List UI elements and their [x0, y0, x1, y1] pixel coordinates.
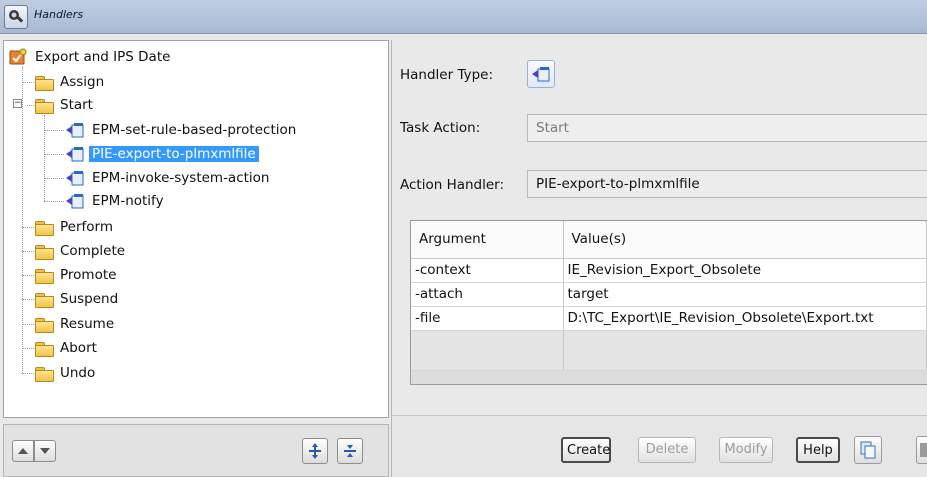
handler-type-label: Handler Type:	[400, 67, 494, 83]
folder-icon	[35, 341, 54, 357]
action-handler-icon	[66, 123, 84, 138]
argument-cell[interactable]: -context	[411, 258, 564, 283]
collapse-start-icon[interactable]: −	[13, 99, 22, 108]
tree-item-abort[interactable]: Abort	[35, 337, 100, 359]
folder-icon	[35, 244, 54, 260]
handler-details-panel: Handler Type: Task Action: Start Action …	[391, 40, 927, 477]
tree-root-node[interactable]: Export and IPS Date	[8, 46, 173, 68]
value-cell[interactable]: target	[563, 282, 927, 307]
tree-item-undo[interactable]: Undo	[35, 362, 98, 384]
tree-item-resume[interactable]: Resume	[35, 313, 117, 335]
task-action-label: Task Action:	[400, 120, 481, 136]
action-button-bar: Create Delete Modify Help	[392, 415, 927, 477]
handler-tree: Export and IPS Date Assign − Start EPM-s…	[4, 41, 388, 417]
handler-type-button[interactable]	[527, 60, 555, 88]
handler-tree-panel: Export and IPS Date Assign − Start EPM-s…	[3, 40, 389, 418]
table-row[interactable]: -attach target	[411, 282, 927, 307]
action-handler-icon	[532, 67, 550, 82]
action-handler-label: Action Handler:	[400, 177, 505, 193]
tree-item-epm-set-rule-based-protection[interactable]: EPM-set-rule-based-protection	[65, 119, 299, 141]
triangle-up-icon	[18, 448, 28, 454]
copy-button[interactable]	[854, 436, 882, 464]
tree-toolbar	[3, 424, 389, 477]
copy-icon	[860, 441, 876, 459]
tree-root-label: Export and IPS Date	[35, 49, 171, 65]
column-header-values[interactable]: Value(s)	[563, 221, 927, 259]
folder-icon	[35, 317, 54, 333]
expand-icon	[309, 443, 321, 459]
move-down-button[interactable]	[34, 440, 56, 462]
create-button[interactable]: Create	[561, 437, 611, 463]
argument-cell[interactable]	[411, 330, 564, 371]
table-row[interactable]	[411, 330, 927, 371]
collapse-all-button[interactable]	[337, 438, 363, 464]
paste-icon	[919, 443, 927, 457]
help-button[interactable]: Help	[796, 437, 840, 463]
table-header-row: Argument Value(s)	[411, 221, 927, 259]
value-cell[interactable]	[563, 330, 927, 371]
value-cell[interactable]: IE_Revision_Export_Obsolete	[563, 258, 927, 283]
folder-icon	[35, 268, 54, 284]
tree-item-perform[interactable]: Perform	[35, 216, 116, 238]
delete-button[interactable]: Delete	[638, 437, 696, 463]
column-header-argument[interactable]: Argument	[411, 221, 564, 259]
folder-icon	[35, 98, 54, 114]
triangle-down-icon	[40, 448, 50, 454]
handlers-window-icon	[4, 5, 28, 29]
table-row[interactable]: -context IE_Revision_Export_Obsolete	[411, 258, 927, 283]
tree-item-epm-notify[interactable]: EPM-notify	[65, 190, 167, 212]
tree-item-promote[interactable]: Promote	[35, 264, 119, 286]
modify-button[interactable]: Modify	[719, 437, 773, 463]
task-action-field: Start	[527, 114, 927, 142]
tree-item-start[interactable]: Start	[35, 94, 96, 116]
tree-item-epm-invoke-system-action[interactable]: EPM-invoke-system-action	[65, 167, 273, 189]
move-up-button[interactable]	[12, 440, 34, 462]
paste-button[interactable]	[916, 436, 927, 464]
process-template-icon	[9, 48, 27, 65]
table-row[interactable]: -file D:\TC_Export\IE_Revision_Obsolete\…	[411, 306, 927, 331]
tree-item-assign[interactable]: Assign	[35, 71, 107, 93]
tree-item-pie-export-to-plmxmlfile[interactable]: PIE-export-to-plmxmlfile	[65, 143, 260, 165]
folder-icon	[35, 75, 54, 91]
expand-all-button[interactable]	[302, 438, 328, 464]
title-bar: Handlers	[0, 0, 927, 34]
collapse-icon	[344, 445, 356, 457]
folder-icon	[35, 366, 54, 382]
tree-item-suspend[interactable]: Suspend	[35, 288, 121, 310]
argument-cell[interactable]: -file	[411, 306, 564, 331]
action-handler-icon	[66, 194, 84, 209]
folder-icon	[35, 220, 54, 236]
arguments-table-container: Argument Value(s) -context IE_Revision_E…	[410, 220, 927, 385]
argument-cell[interactable]: -attach	[411, 282, 564, 307]
action-handler-icon	[66, 147, 84, 162]
tree-item-complete[interactable]: Complete	[35, 240, 128, 262]
folder-icon	[35, 292, 54, 308]
arguments-table: Argument Value(s) -context IE_Revision_E…	[411, 221, 927, 371]
action-handler-icon	[66, 171, 84, 186]
value-cell[interactable]: D:\TC_Export\IE_Revision_Obsolete\Export…	[563, 306, 927, 331]
window-title: Handlers	[34, 8, 84, 21]
action-handler-field[interactable]: PIE-export-to-plmxmlfile	[527, 170, 927, 198]
